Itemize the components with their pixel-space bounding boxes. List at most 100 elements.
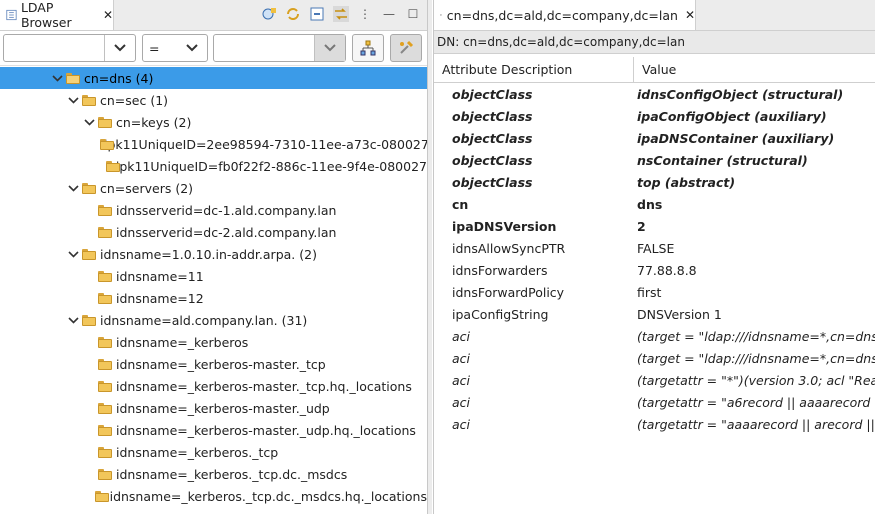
maximize-icon[interactable]: ☐ <box>405 6 421 22</box>
tree-item[interactable]: idnsname=1.0.10.in-addr.arpa. (2) <box>0 243 427 265</box>
filter-bar: = <box>0 31 427 66</box>
attribute-row[interactable]: objectClass ipaConfigObject (auxiliary) <box>434 105 875 127</box>
attribute-row[interactable]: aci (targetattr = "aaaarecord || arecord … <box>434 413 875 435</box>
hierarchy-button[interactable] <box>352 34 384 62</box>
tree-item[interactable]: idnsname=_kerberos._tcp.dc._msdcs <box>0 463 427 485</box>
tree-item[interactable]: idnsname=_kerberos._tcp <box>0 441 427 463</box>
chevron-down-icon[interactable] <box>66 247 80 261</box>
tree-item[interactable]: cn=servers (2) <box>0 177 427 199</box>
attribute-name: idnsForwardPolicy <box>452 285 565 300</box>
refresh-icon[interactable] <box>285 6 301 22</box>
entry-editor-panel: cn=dns,dc=ald,dc=company,dc=lan ✕ DN: cn… <box>433 0 875 514</box>
chevron-down-icon[interactable] <box>177 35 207 61</box>
attribute-row[interactable]: aci (target = "ldap:///idnsname=*,cn=dns,… <box>434 347 875 369</box>
chevron-down-icon[interactable] <box>66 93 80 107</box>
tree-item[interactable]: idnsserverid=dc-1.ald.company.lan <box>0 199 427 221</box>
tree-item[interactable]: idnsname=12 <box>0 287 427 309</box>
link-with-editor-icon[interactable] <box>333 6 349 22</box>
folder-icon <box>98 424 112 436</box>
column-header-attribute[interactable]: Attribute Description <box>434 57 634 82</box>
attribute-table-header: Attribute Description Value <box>434 57 875 83</box>
attribute-row[interactable]: idnsForwardPolicy first <box>434 281 875 303</box>
close-icon[interactable]: ✕ <box>103 8 113 22</box>
tree-item[interactable]: idnsname=ald.company.lan. (31) <box>0 309 427 331</box>
attribute-row[interactable]: cn dns <box>434 193 875 215</box>
attribute-combo[interactable] <box>3 34 136 62</box>
tree-item[interactable]: idnsname=_kerberos-master._udp.hq._locat… <box>0 419 427 441</box>
ldap-tree[interactable]: cn=dns (4) cn=sec (1) cn=keys (2) ipk11Uniq… <box>0 66 427 514</box>
attribute-value: FALSE <box>637 241 675 256</box>
attribute-value: (targetattr = "a6record || aaaarecord ||… <box>637 395 875 410</box>
folder-icon <box>98 380 112 392</box>
attribute-row[interactable]: aci (targetattr = "a6record || aaaarecord… <box>434 391 875 413</box>
tree-item-label: idnsname=_kerberos._tcp.dc._msdcs <box>116 466 348 482</box>
operator-combo[interactable]: = <box>142 34 208 62</box>
attribute-name: objectClass <box>452 87 533 102</box>
attribute-name: ipaDNSVersion <box>452 219 557 234</box>
chevron-down-icon[interactable] <box>104 35 135 61</box>
attribute-name: objectClass <box>452 109 533 124</box>
attribute-row[interactable]: ipaDNSVersion 2 <box>434 215 875 237</box>
attribute-name: aci <box>452 351 471 366</box>
splitter[interactable] <box>428 0 432 514</box>
chevron-down-icon[interactable] <box>66 313 80 327</box>
attribute-value: top (abstract) <box>637 175 736 190</box>
tree-item[interactable]: idnsname=_kerberos-master._udp <box>0 397 427 419</box>
column-header-value[interactable]: Value <box>634 57 875 82</box>
attribute-value: idnsConfigObject (structural) <box>637 87 844 102</box>
view-menu-icon[interactable]: ⋮ <box>357 6 373 22</box>
tree-item[interactable]: idnsname=_kerberos-master._tcp <box>0 353 427 375</box>
folder-icon <box>98 468 112 480</box>
tree-item[interactable]: idnsname=_kerberos <box>0 331 427 353</box>
tree-item[interactable]: idnsname=_kerberos-master._tcp.hq._locat… <box>0 375 427 397</box>
right-tabbar: cn=dns,dc=ald,dc=company,dc=lan ✕ <box>434 0 875 31</box>
tab-entry-editor[interactable]: cn=dns,dc=ald,dc=company,dc=lan ✕ <box>434 0 696 30</box>
tree-item[interactable]: cn=sec (1) <box>0 89 427 111</box>
attribute-value: dns <box>637 197 663 212</box>
attribute-row[interactable]: aci (target = "ldap:///idnsname=*,cn=dns,… <box>434 325 875 347</box>
folder-icon <box>98 204 112 216</box>
globe-search-icon[interactable] <box>261 6 277 22</box>
chevron-down-icon[interactable] <box>50 71 64 85</box>
close-icon[interactable]: ✕ <box>685 8 695 22</box>
collapse-all-icon[interactable] <box>309 6 325 22</box>
tree-item[interactable]: ipk11UniqueID=fb0f22f2-886c-11ee-9f4e-08… <box>0 155 427 177</box>
attribute-row[interactable]: idnsForwarders 77.88.8.8 <box>434 259 875 281</box>
value-combo[interactable] <box>213 34 346 62</box>
attribute-name: cn <box>452 197 469 212</box>
minimize-icon[interactable]: — <box>381 6 397 22</box>
attribute-value: (target = "ldap:///idnsname=*,cn=dns,dc=… <box>637 351 875 366</box>
ldap-browser-icon <box>6 9 17 21</box>
tree-item[interactable]: cn=keys (2) <box>0 111 427 133</box>
attribute-row[interactable]: objectClass idnsConfigObject (structural) <box>434 83 875 105</box>
tree-item[interactable]: idnsname=_kerberos._tcp.dc._msdcs.hq._lo… <box>0 485 427 507</box>
attribute-row[interactable]: idnsAllowSyncPTR FALSE <box>434 237 875 259</box>
chevron-down-icon[interactable] <box>66 181 80 195</box>
attribute-row[interactable]: objectClass ipaDNSContainer (auxiliary) <box>434 127 875 149</box>
tab-entry-editor-label: cn=dns,dc=ald,dc=company,dc=lan <box>446 7 678 23</box>
attribute-row[interactable]: ipaConfigString DNSVersion 1 <box>434 303 875 325</box>
tree-item[interactable]: cn=dns (4) <box>0 67 427 89</box>
tree-item[interactable]: ipk11UniqueID=2ee98594-7310-11ee-a73c-08… <box>0 133 427 155</box>
chevron-down-icon[interactable] <box>82 115 96 129</box>
attribute-row[interactable]: aci (targetattr = "*")(version 3.0; acl "… <box>434 369 875 391</box>
tree-item[interactable]: idnsname=11 <box>0 265 427 287</box>
chevron-down-icon[interactable] <box>314 35 345 61</box>
tree-item-label: idnsname=_kerberos-master._udp <box>116 400 330 416</box>
tree-item[interactable]: idnsserverid=dc-2.ald.company.lan <box>0 221 427 243</box>
tree-item-label: idnsname=_kerberos-master._udp.hq._locat… <box>116 422 416 438</box>
filter-tools-button[interactable] <box>390 34 422 62</box>
tab-ldap-browser[interactable]: LDAP Browser ✕ <box>0 0 114 30</box>
attribute-row[interactable]: objectClass nsContainer (structural) <box>434 149 875 171</box>
view-toolbar: ⋮ — ☐ <box>261 6 421 22</box>
attribute-row[interactable]: objectClass top (abstract) <box>434 171 875 193</box>
tree-item-label: cn=dns (4) <box>84 70 154 86</box>
